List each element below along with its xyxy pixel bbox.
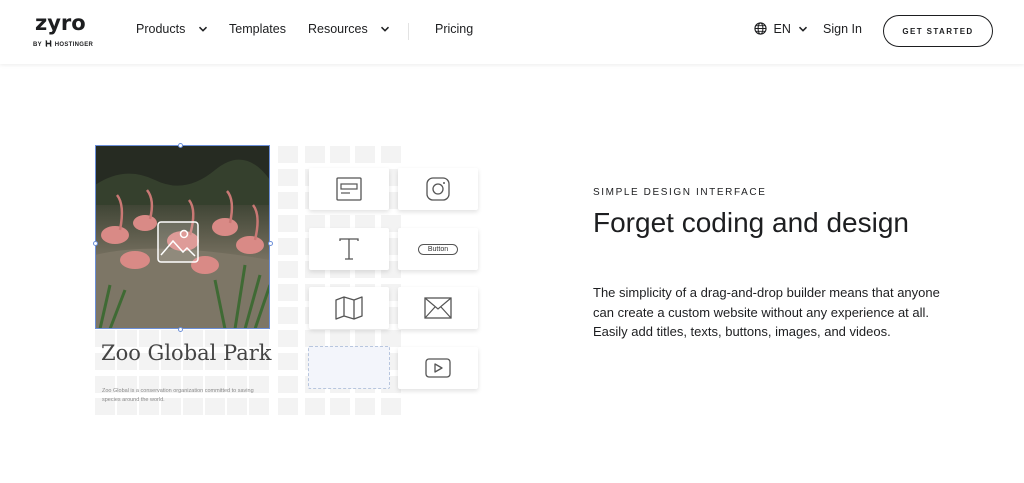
chevron-down-icon (799, 26, 808, 32)
resize-handle[interactable] (93, 241, 98, 246)
video-icon (425, 358, 451, 378)
grid-tile (381, 146, 401, 163)
grid-tile (278, 376, 298, 393)
section-icon (336, 177, 362, 201)
map-card[interactable] (309, 287, 389, 329)
nav-templates[interactable]: Templates (229, 22, 286, 36)
grid-tile (381, 330, 401, 347)
text-icon (339, 238, 359, 260)
grid-tile (278, 169, 298, 186)
section-heading: Forget coding and design (593, 207, 909, 238)
grid-tile (278, 238, 298, 255)
logo-byline: BY HOSTINGER (33, 40, 94, 48)
chevron-down-icon (381, 26, 390, 32)
resize-handle[interactable] (178, 143, 183, 148)
chevron-down-icon (198, 26, 207, 32)
button-element-preview: Button (417, 243, 459, 255)
grid-tile (278, 261, 298, 278)
mail-card[interactable] (398, 287, 478, 329)
image-icon (157, 221, 199, 263)
logo-wordmark: zyro (35, 11, 86, 35)
grid-tile (355, 398, 375, 415)
map-icon (335, 296, 363, 320)
site-title[interactable]: Zoo Global Park (101, 341, 272, 365)
grid-tile (330, 146, 350, 163)
mail-icon (424, 297, 452, 319)
button-card[interactable]: Button (398, 228, 478, 270)
grid-tile (278, 353, 298, 370)
grid-tile (278, 398, 298, 415)
nav-divider (408, 23, 409, 40)
resize-handle[interactable] (178, 327, 183, 332)
grid-tile (305, 146, 325, 163)
video-card[interactable] (398, 347, 478, 389)
instagram-icon (426, 177, 450, 201)
instagram-card[interactable] (398, 168, 478, 210)
sign-in-link[interactable]: Sign In (823, 22, 862, 36)
globe-icon (754, 22, 767, 35)
grid-tile (305, 398, 325, 415)
grid-tile (278, 307, 298, 324)
grid-tile (330, 398, 350, 415)
resize-handle[interactable] (268, 241, 273, 246)
grid-tile (355, 330, 375, 347)
section-body: The simplicity of a drag-and-drop builde… (593, 285, 940, 339)
drop-zone[interactable] (308, 346, 390, 389)
grid-tile (278, 284, 298, 301)
section-eyebrow: SIMPLE DESIGN INTERFACE (593, 187, 767, 198)
hostinger-icon (45, 40, 52, 47)
grid-tile (278, 192, 298, 209)
nav-products[interactable]: Products (136, 22, 209, 36)
grid-tile (381, 398, 401, 415)
grid-tile (278, 330, 298, 347)
nav-pricing[interactable]: Pricing (435, 22, 473, 36)
nav-resources[interactable]: Resources (308, 22, 391, 36)
grid-tile (305, 330, 325, 347)
grid-tile (330, 330, 350, 347)
text-card[interactable] (309, 228, 389, 270)
site-header: zyro BY HOSTINGER Products Templates Res… (0, 0, 1024, 64)
grid-tile (278, 146, 298, 163)
get-started-button[interactable]: GET STARTED (883, 15, 993, 47)
zyro-logo[interactable]: zyro BY HOSTINGER (33, 11, 95, 53)
grid-tile (278, 215, 298, 232)
site-description[interactable]: Zoo Global is a conservation organizatio… (102, 387, 262, 405)
language-selector[interactable]: EN (754, 22, 809, 36)
grid-tile (355, 146, 375, 163)
section-card[interactable] (309, 168, 389, 210)
